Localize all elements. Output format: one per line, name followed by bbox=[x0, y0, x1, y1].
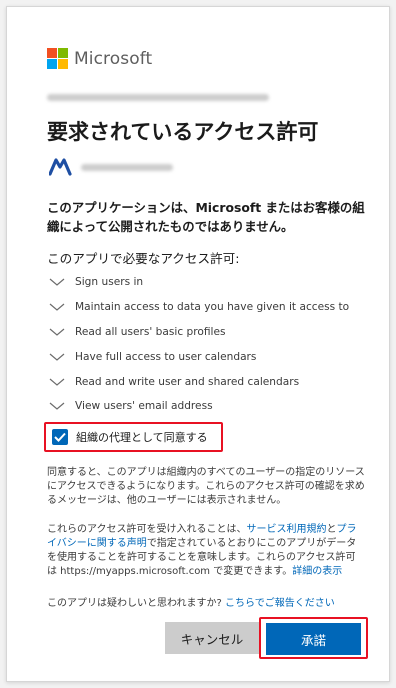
page-title: 要求されているアクセス許可 bbox=[47, 120, 319, 144]
chevron-down-icon bbox=[49, 303, 65, 311]
consent-dialog: Microsoft 要求されているアクセス許可 このアプリケーションは、Micr… bbox=[6, 6, 390, 682]
chevron-down-icon bbox=[49, 378, 65, 386]
terms-text-part: これらのアクセス許可を受け入れることは、 bbox=[47, 524, 247, 535]
checkbox-checked-icon[interactable] bbox=[52, 429, 68, 445]
redacted-account bbox=[47, 94, 269, 101]
redacted-app-name bbox=[81, 163, 173, 171]
permission-item[interactable]: Have full access to user calendars bbox=[49, 344, 369, 369]
consent-info-text: 同意すると、このアプリは組織内のすべてのユーザーの指定のリソースにアクセスできる… bbox=[47, 467, 365, 506]
permission-label: Sign users in bbox=[75, 276, 144, 289]
permissions-heading: このアプリで必要なアクセス許可: bbox=[47, 251, 240, 266]
terms-info-text: これらのアクセス許可を受け入れることは、サービス利用規約とプライバシーに関する声… bbox=[47, 523, 365, 579]
permission-item[interactable]: Maintain access to data you have given i… bbox=[49, 295, 369, 320]
terms-text-part: と bbox=[326, 524, 337, 535]
permission-label: View users' email address bbox=[75, 400, 213, 413]
app-logo-icon bbox=[49, 158, 72, 176]
microsoft-logo: Microsoft bbox=[47, 48, 152, 69]
report-suspicious: このアプリは疑わしいと思われますか? こちらでご報告ください bbox=[47, 594, 335, 609]
microsoft-logo-icon bbox=[47, 48, 68, 69]
permission-label: Read all users' basic profiles bbox=[75, 325, 226, 338]
chevron-down-icon bbox=[49, 278, 65, 287]
suspicious-question: このアプリは疑わしいと思われますか? bbox=[47, 598, 225, 609]
permission-item[interactable]: Sign users in bbox=[49, 270, 369, 295]
app-identity bbox=[49, 158, 173, 176]
consent-on-behalf-checkbox[interactable]: 組織の代理として同意する bbox=[44, 422, 223, 452]
show-details-link[interactable]: 詳細の表示 bbox=[292, 566, 342, 577]
terms-of-service-link[interactable]: サービス利用規約 bbox=[247, 524, 327, 535]
chevron-down-icon bbox=[49, 402, 65, 411]
cancel-button[interactable]: キャンセル bbox=[165, 622, 259, 654]
consent-label: 組織の代理として同意する bbox=[76, 431, 208, 444]
report-link[interactable]: こちらでご報告ください bbox=[225, 598, 335, 609]
permission-item[interactable]: View users' email address bbox=[49, 394, 369, 419]
permission-item[interactable]: Read and write user and shared calendars bbox=[49, 369, 369, 394]
accept-button[interactable]: 承諾 bbox=[266, 623, 361, 655]
chevron-down-icon bbox=[49, 353, 65, 361]
permission-label: Have full access to user calendars bbox=[75, 350, 257, 363]
chevron-down-icon bbox=[49, 328, 65, 336]
permission-label: Read and write user and shared calendars bbox=[75, 375, 300, 388]
permissions-list: Sign users in Maintain access to data yo… bbox=[49, 270, 369, 419]
permission-label: Maintain access to data you have given i… bbox=[75, 301, 350, 314]
publisher-warning: このアプリケーションは、Microsoft またはお客様の組織によって公開された… bbox=[47, 200, 365, 234]
permission-item[interactable]: Read all users' basic profiles bbox=[49, 320, 369, 345]
brand-name: Microsoft bbox=[74, 48, 153, 69]
